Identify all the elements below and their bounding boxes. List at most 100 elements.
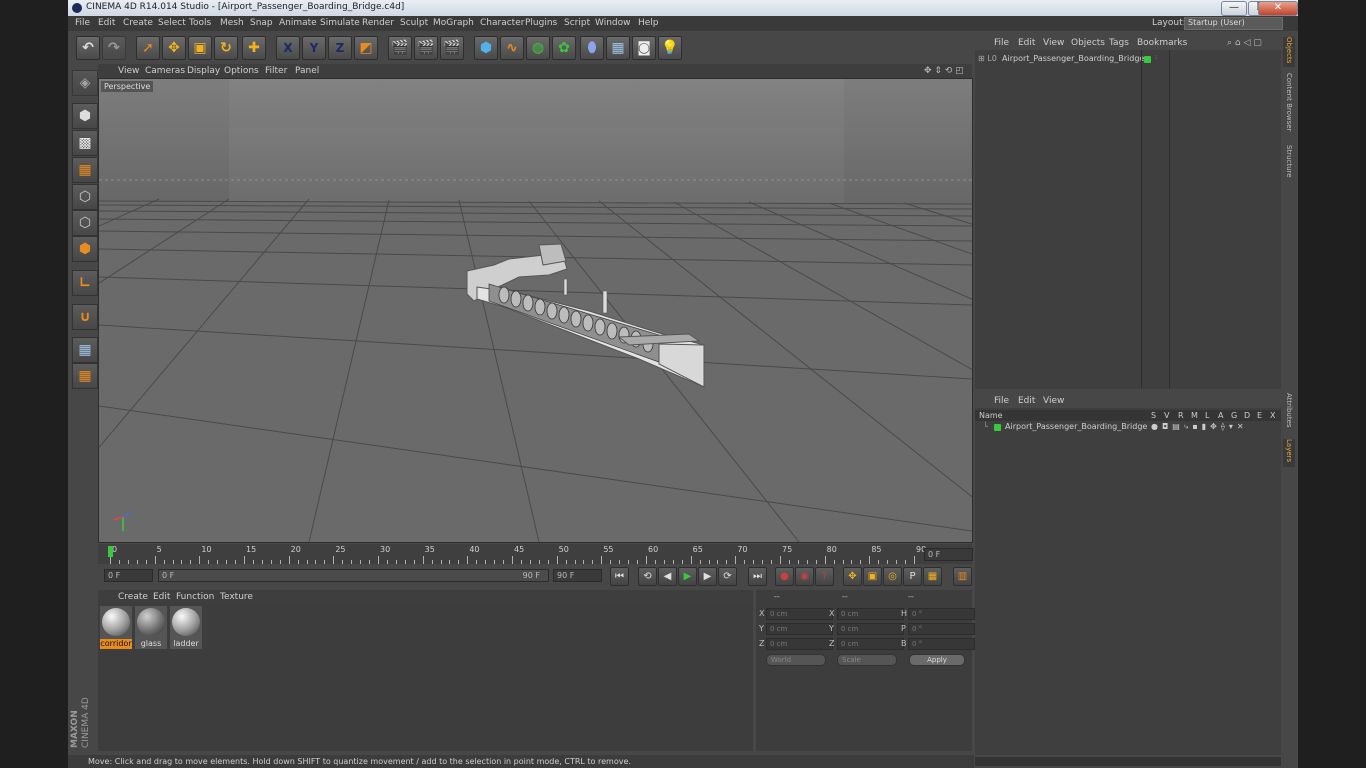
menu-edit[interactable]: Edit bbox=[98, 18, 115, 28]
undo-button[interactable]: ↶ bbox=[76, 36, 100, 60]
perspective-viewport[interactable]: Perspective bbox=[98, 78, 973, 543]
key-pla-button[interactable]: ▦ bbox=[923, 567, 942, 586]
material-menu-function[interactable]: Function bbox=[176, 592, 214, 602]
render-view-button[interactable]: 🎬 bbox=[388, 36, 412, 60]
object-menu-view[interactable]: View bbox=[1043, 38, 1064, 48]
timeline-ruler[interactable]: 0 5 10 15 20 25 30 35 40 45 50 55 60 65 70 75 80 85 90 bbox=[98, 544, 972, 564]
menu-animate[interactable]: Animate bbox=[279, 18, 317, 28]
viewport-menu-cameras[interactable]: Cameras bbox=[145, 66, 185, 76]
end-frame-field[interactable]: 90 F bbox=[553, 569, 602, 582]
render-settings-button[interactable]: 🎬 bbox=[440, 36, 464, 60]
timeline-window-button[interactable]: ▥ bbox=[953, 567, 972, 586]
size-z-field[interactable]: 0 cm bbox=[837, 638, 904, 650]
menu-sculpt[interactable]: Sculpt bbox=[400, 18, 428, 28]
go-to-start-button[interactable]: ⏮ bbox=[610, 567, 629, 586]
texture-mode-button[interactable]: ▩ bbox=[72, 130, 98, 156]
rotation-h-field[interactable]: 0 ° bbox=[908, 608, 975, 620]
viewport-menu-view[interactable]: View bbox=[118, 66, 139, 76]
object-menu-edit[interactable]: Edit bbox=[1018, 38, 1035, 48]
make-editable-button[interactable]: ◈ bbox=[72, 70, 98, 96]
next-key-button[interactable]: ⟳ bbox=[718, 567, 737, 586]
y-axis-button[interactable]: Y bbox=[302, 36, 326, 60]
horizontal-scrollbar[interactable] bbox=[975, 757, 1281, 766]
position-z-field[interactable]: 0 cm bbox=[766, 638, 833, 650]
keyframe-selection-button[interactable]: ? bbox=[815, 567, 834, 586]
edges-mode-button[interactable]: ⬡ bbox=[72, 210, 98, 236]
deformer-button[interactable]: ⬮ bbox=[580, 36, 604, 60]
menu-help[interactable]: Help bbox=[638, 18, 659, 28]
key-scale-button[interactable]: ▣ bbox=[863, 567, 882, 586]
previous-frame-button[interactable]: ◀ bbox=[658, 567, 677, 586]
current-frame-field[interactable]: 0 F bbox=[924, 548, 973, 561]
layer-color-icon[interactable] bbox=[994, 424, 1001, 431]
layer-row[interactable]: └ Airport_Passenger_Boarding_Bridge ●◘▤⤷… bbox=[975, 422, 1281, 434]
scale-select[interactable]: Scale bbox=[837, 654, 897, 666]
object-search-icon[interactable]: ⌕ ⌂ ◁ ▢ bbox=[1227, 38, 1262, 48]
size-y-field[interactable]: 0 cm bbox=[837, 623, 904, 635]
layer-toggle-icons[interactable]: ●◘▤⤷▪▮✥⟠▾✕ bbox=[1151, 422, 1248, 432]
visibility-icon[interactable]: : bbox=[1155, 53, 1157, 61]
object-menu-bookmarks[interactable]: Bookmarks bbox=[1137, 38, 1187, 48]
layer-menu-view[interactable]: View bbox=[1043, 396, 1064, 406]
material-menu-texture[interactable]: Texture bbox=[220, 592, 253, 602]
play-button[interactable]: ▶ bbox=[678, 567, 697, 586]
tab-structure[interactable]: Structure bbox=[1283, 145, 1295, 185]
tab-layers[interactable]: Layers bbox=[1283, 439, 1295, 467]
tab-objects[interactable]: Objects bbox=[1283, 37, 1295, 67]
key-parameter-button[interactable]: P bbox=[903, 567, 922, 586]
axis-mode-button[interactable]: ∟ bbox=[72, 270, 98, 296]
record-keys-button[interactable]: ● bbox=[775, 567, 794, 586]
material-ladder[interactable]: ladder bbox=[170, 606, 202, 649]
key-position-button[interactable]: ✥ bbox=[843, 567, 862, 586]
viewport-menu-display[interactable]: Display bbox=[187, 66, 220, 76]
preview-range-slider[interactable]: 0 F 90 F bbox=[158, 569, 549, 582]
apply-button[interactable]: Apply bbox=[909, 654, 965, 666]
points-mode-button[interactable]: ⬡ bbox=[72, 184, 98, 210]
cube-button[interactable]: ⬢ bbox=[474, 36, 498, 60]
workplane-lock-button[interactable]: ▦ bbox=[72, 337, 98, 363]
material-menu-edit[interactable]: Edit bbox=[153, 592, 170, 602]
viewport-menu-panel[interactable]: Panel bbox=[295, 66, 319, 76]
light-button[interactable]: 💡 bbox=[658, 36, 682, 60]
object-row[interactable]: ⊞ L0 Airport_Passenger_Boarding_Bridge : bbox=[975, 53, 1281, 66]
polygons-mode-button[interactable]: ⬢ bbox=[72, 236, 98, 262]
timeline-playhead[interactable] bbox=[108, 546, 113, 557]
rotate-tool-button[interactable]: ↻ bbox=[214, 36, 238, 60]
scale-tool-button[interactable]: ▣ bbox=[188, 36, 212, 60]
add-tool-button[interactable]: ✚ bbox=[242, 36, 266, 60]
material-menu-create[interactable]: Create bbox=[118, 592, 148, 602]
z-axis-button[interactable]: Z bbox=[328, 36, 352, 60]
material-glass[interactable]: glass bbox=[135, 606, 167, 649]
camera-button[interactable]: ◙ bbox=[632, 36, 656, 60]
spline-button[interactable]: ∿ bbox=[500, 36, 524, 60]
workplane-mode-button[interactable]: ▦ bbox=[72, 157, 98, 183]
rotation-b-field[interactable]: 0 ° bbox=[908, 638, 975, 650]
redo-button[interactable]: ↷ bbox=[102, 36, 126, 60]
menu-simulate[interactable]: Simulate bbox=[320, 18, 360, 28]
x-axis-button[interactable]: X bbox=[276, 36, 300, 60]
rotation-p-field[interactable]: 0 ° bbox=[908, 623, 975, 635]
previous-key-button[interactable]: ⟲ bbox=[638, 567, 657, 586]
menu-plugins[interactable]: Plugins bbox=[525, 18, 557, 28]
object-menu-file[interactable]: File bbox=[994, 38, 1009, 48]
menu-render[interactable]: Render bbox=[362, 18, 394, 28]
go-to-end-button[interactable]: ⏭ bbox=[748, 567, 767, 586]
menu-select[interactable]: Select bbox=[158, 18, 186, 28]
menu-tools[interactable]: Tools bbox=[189, 18, 211, 28]
array-button[interactable]: ✿ bbox=[552, 36, 576, 60]
position-y-field[interactable]: 0 cm bbox=[766, 623, 833, 635]
viewport-nav-icons[interactable]: ✥ ⇕ ⟲ ◰ bbox=[924, 66, 964, 76]
model-mode-button[interactable]: ⬢ bbox=[72, 103, 98, 129]
autokey-button[interactable]: ◉ bbox=[795, 567, 814, 586]
menu-script[interactable]: Script bbox=[564, 18, 590, 28]
key-rotation-button[interactable]: ◎ bbox=[883, 567, 902, 586]
menu-create[interactable]: Create bbox=[123, 18, 153, 28]
layout-select[interactable]: Startup (User) bbox=[1184, 17, 1283, 30]
world-select[interactable]: World bbox=[766, 654, 826, 666]
start-frame-field[interactable]: 0 F bbox=[104, 569, 153, 582]
size-x-field[interactable]: 0 cm bbox=[837, 608, 904, 620]
minimize-button[interactable]: — bbox=[1221, 1, 1247, 16]
coordinate-system-button[interactable]: ◩ bbox=[354, 36, 378, 60]
close-button[interactable]: ✕ bbox=[1258, 1, 1298, 16]
viewport-menu-filter[interactable]: Filter bbox=[265, 66, 287, 76]
